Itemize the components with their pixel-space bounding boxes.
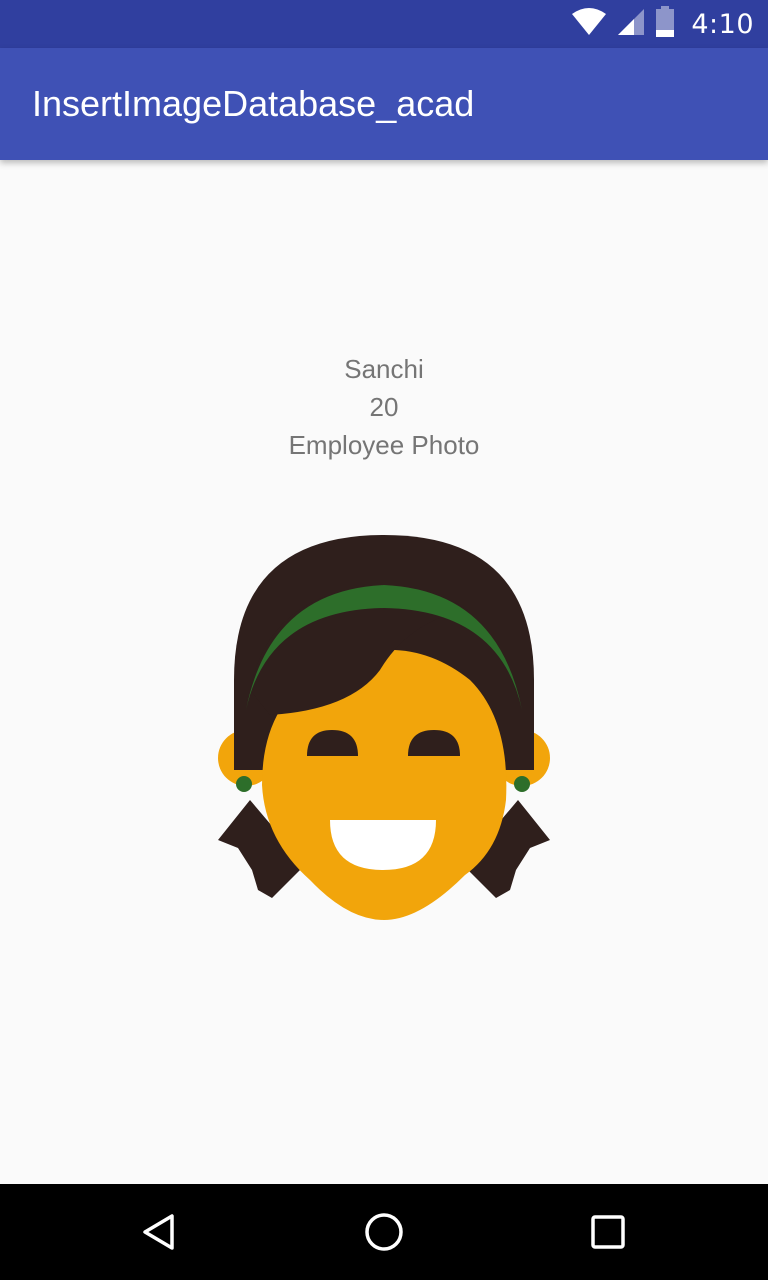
status-time: 4:10 [691, 8, 754, 40]
navigation-bar [0, 1184, 768, 1280]
status-icons: 4:10 [571, 0, 754, 48]
home-button[interactable] [324, 1184, 444, 1280]
back-button[interactable] [100, 1184, 220, 1280]
battery-icon [655, 6, 675, 42]
employee-photo [210, 530, 558, 926]
status-bar: 4:10 [0, 0, 768, 48]
app-title: InsertImageDatabase_acad [32, 83, 475, 124]
employee-name: Sanchi [344, 354, 424, 384]
recents-button[interactable] [548, 1184, 668, 1280]
woman-face-avatar-icon [218, 535, 550, 920]
main-content: Sanchi 20 Employee Photo [0, 160, 768, 1184]
app-bar: InsertImageDatabase_acad [0, 48, 768, 160]
cell-signal-icon [617, 8, 645, 40]
employee-photo-label: Employee Photo [288, 430, 480, 460]
wifi-icon [571, 8, 607, 40]
home-icon [365, 1213, 403, 1251]
employee-age: 20 [369, 392, 399, 422]
recents-icon [591, 1215, 625, 1249]
back-icon [143, 1214, 174, 1250]
